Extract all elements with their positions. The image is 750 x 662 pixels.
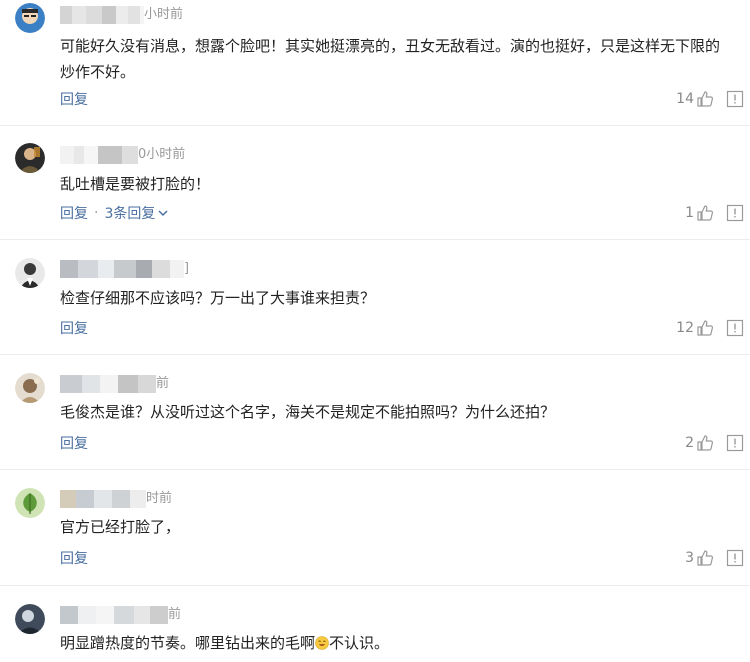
comment-actions: 1: [685, 203, 744, 223]
username-row: 前: [60, 375, 169, 393]
avatar[interactable]: [15, 3, 45, 33]
reply-button[interactable]: 回复: [60, 203, 88, 223]
report-icon[interactable]: [726, 90, 744, 108]
username-row: 0小时前: [60, 146, 185, 164]
chevron-down-icon[interactable]: [158, 205, 168, 221]
like-count: 3: [685, 550, 694, 566]
comment-time: ]: [184, 261, 190, 276]
comment-time: 前: [156, 376, 170, 391]
thumbs-up-icon[interactable]: [696, 549, 714, 567]
reply-row: 回复: [60, 433, 88, 453]
comment-text: 毛俊杰是谁？从没听过这个名字，海关不是规定不能拍照吗？为什么还拍？: [60, 403, 556, 421]
avatar[interactable]: [15, 258, 45, 288]
like-count: 14: [676, 91, 694, 107]
comment-item: 小时前 可能好久没有消息，想露个脸吧！其实她挺漂亮的，丑女无敌看过。演的也挺好，…: [0, 0, 750, 126]
thumbs-up-icon[interactable]: [696, 434, 714, 452]
comment-actions: 2: [685, 433, 744, 453]
username-row: 小时前: [60, 6, 183, 24]
like-count: 2: [685, 435, 694, 451]
report-icon[interactable]: [726, 319, 744, 337]
thumbs-up-icon[interactable]: [696, 204, 714, 222]
like-count: 1: [685, 205, 694, 221]
username-row: ]: [60, 260, 189, 278]
comment-item: 时前 官方已经打脸了， 回复 3: [0, 470, 750, 586]
comment-time: 前: [168, 607, 182, 622]
comment-actions: 3: [685, 548, 744, 568]
comment-text: 可能好久没有消息，想露个脸吧！其实她挺漂亮的，丑女无敌看过。演的也挺好，只是这样…: [60, 37, 721, 81]
comment-text: 乱吐槽是要被打脸的！: [60, 175, 211, 193]
comment-text-part: 明显蹭热度的节奏。哪里钻出来的毛啊: [60, 634, 316, 652]
report-icon[interactable]: [726, 204, 744, 222]
comment-time: 0小时前: [138, 147, 186, 162]
smile-emoji: [315, 632, 329, 650]
comment-actions: 14: [676, 89, 744, 109]
reply-button[interactable]: 回复: [60, 433, 88, 453]
comment-text: 明显蹭热度的节奏。哪里钻出来的毛啊 不认识。: [60, 630, 730, 656]
reply-button[interactable]: 回复: [60, 318, 88, 338]
comment-text-part: 不认识。: [329, 634, 390, 652]
comment-actions: 12: [676, 318, 744, 338]
comment-item: 0小时前 乱吐槽是要被打脸的！ 回复 · 3条回复 1: [0, 126, 750, 240]
reply-button[interactable]: 回复: [60, 548, 88, 568]
comment-item: ] 检查仔细那不应该吗？万一出了大事谁来担责？ 回复 12: [0, 240, 750, 355]
comment-text: 检查仔细那不应该吗？万一出了大事谁来担责？: [60, 289, 376, 307]
report-icon[interactable]: [726, 549, 744, 567]
username-row: 时前: [60, 490, 172, 508]
comment-text: 官方已经打脸了，: [60, 518, 181, 536]
thumbs-up-icon[interactable]: [696, 90, 714, 108]
like-count: 12: [676, 320, 694, 336]
comment-time: 时前: [146, 491, 173, 506]
reply-row: 回复: [60, 548, 88, 568]
comment-item: 前 毛俊杰是谁？从没听过这个名字，海关不是规定不能拍照吗？为什么还拍？ 回复 2: [0, 355, 750, 470]
reply-row: 回复: [60, 318, 88, 338]
comment-time: 小时前: [144, 7, 184, 22]
view-replies-link[interactable]: 3条回复: [104, 203, 155, 223]
comment-item: 前 明显蹭热度的节奏。哪里钻出来的毛啊 不认识。: [0, 586, 750, 662]
avatar[interactable]: [15, 373, 45, 403]
reply-row: 回复 · 3条回复: [60, 203, 168, 223]
avatar[interactable]: [15, 143, 45, 173]
avatar[interactable]: [15, 488, 45, 518]
thumbs-up-icon[interactable]: [696, 319, 714, 337]
separator-dot: ·: [94, 205, 99, 221]
username-row: 前: [60, 606, 181, 624]
report-icon[interactable]: [726, 434, 744, 452]
reply-row: 回复: [60, 89, 88, 109]
reply-button[interactable]: 回复: [60, 89, 88, 109]
avatar[interactable]: [15, 604, 45, 634]
